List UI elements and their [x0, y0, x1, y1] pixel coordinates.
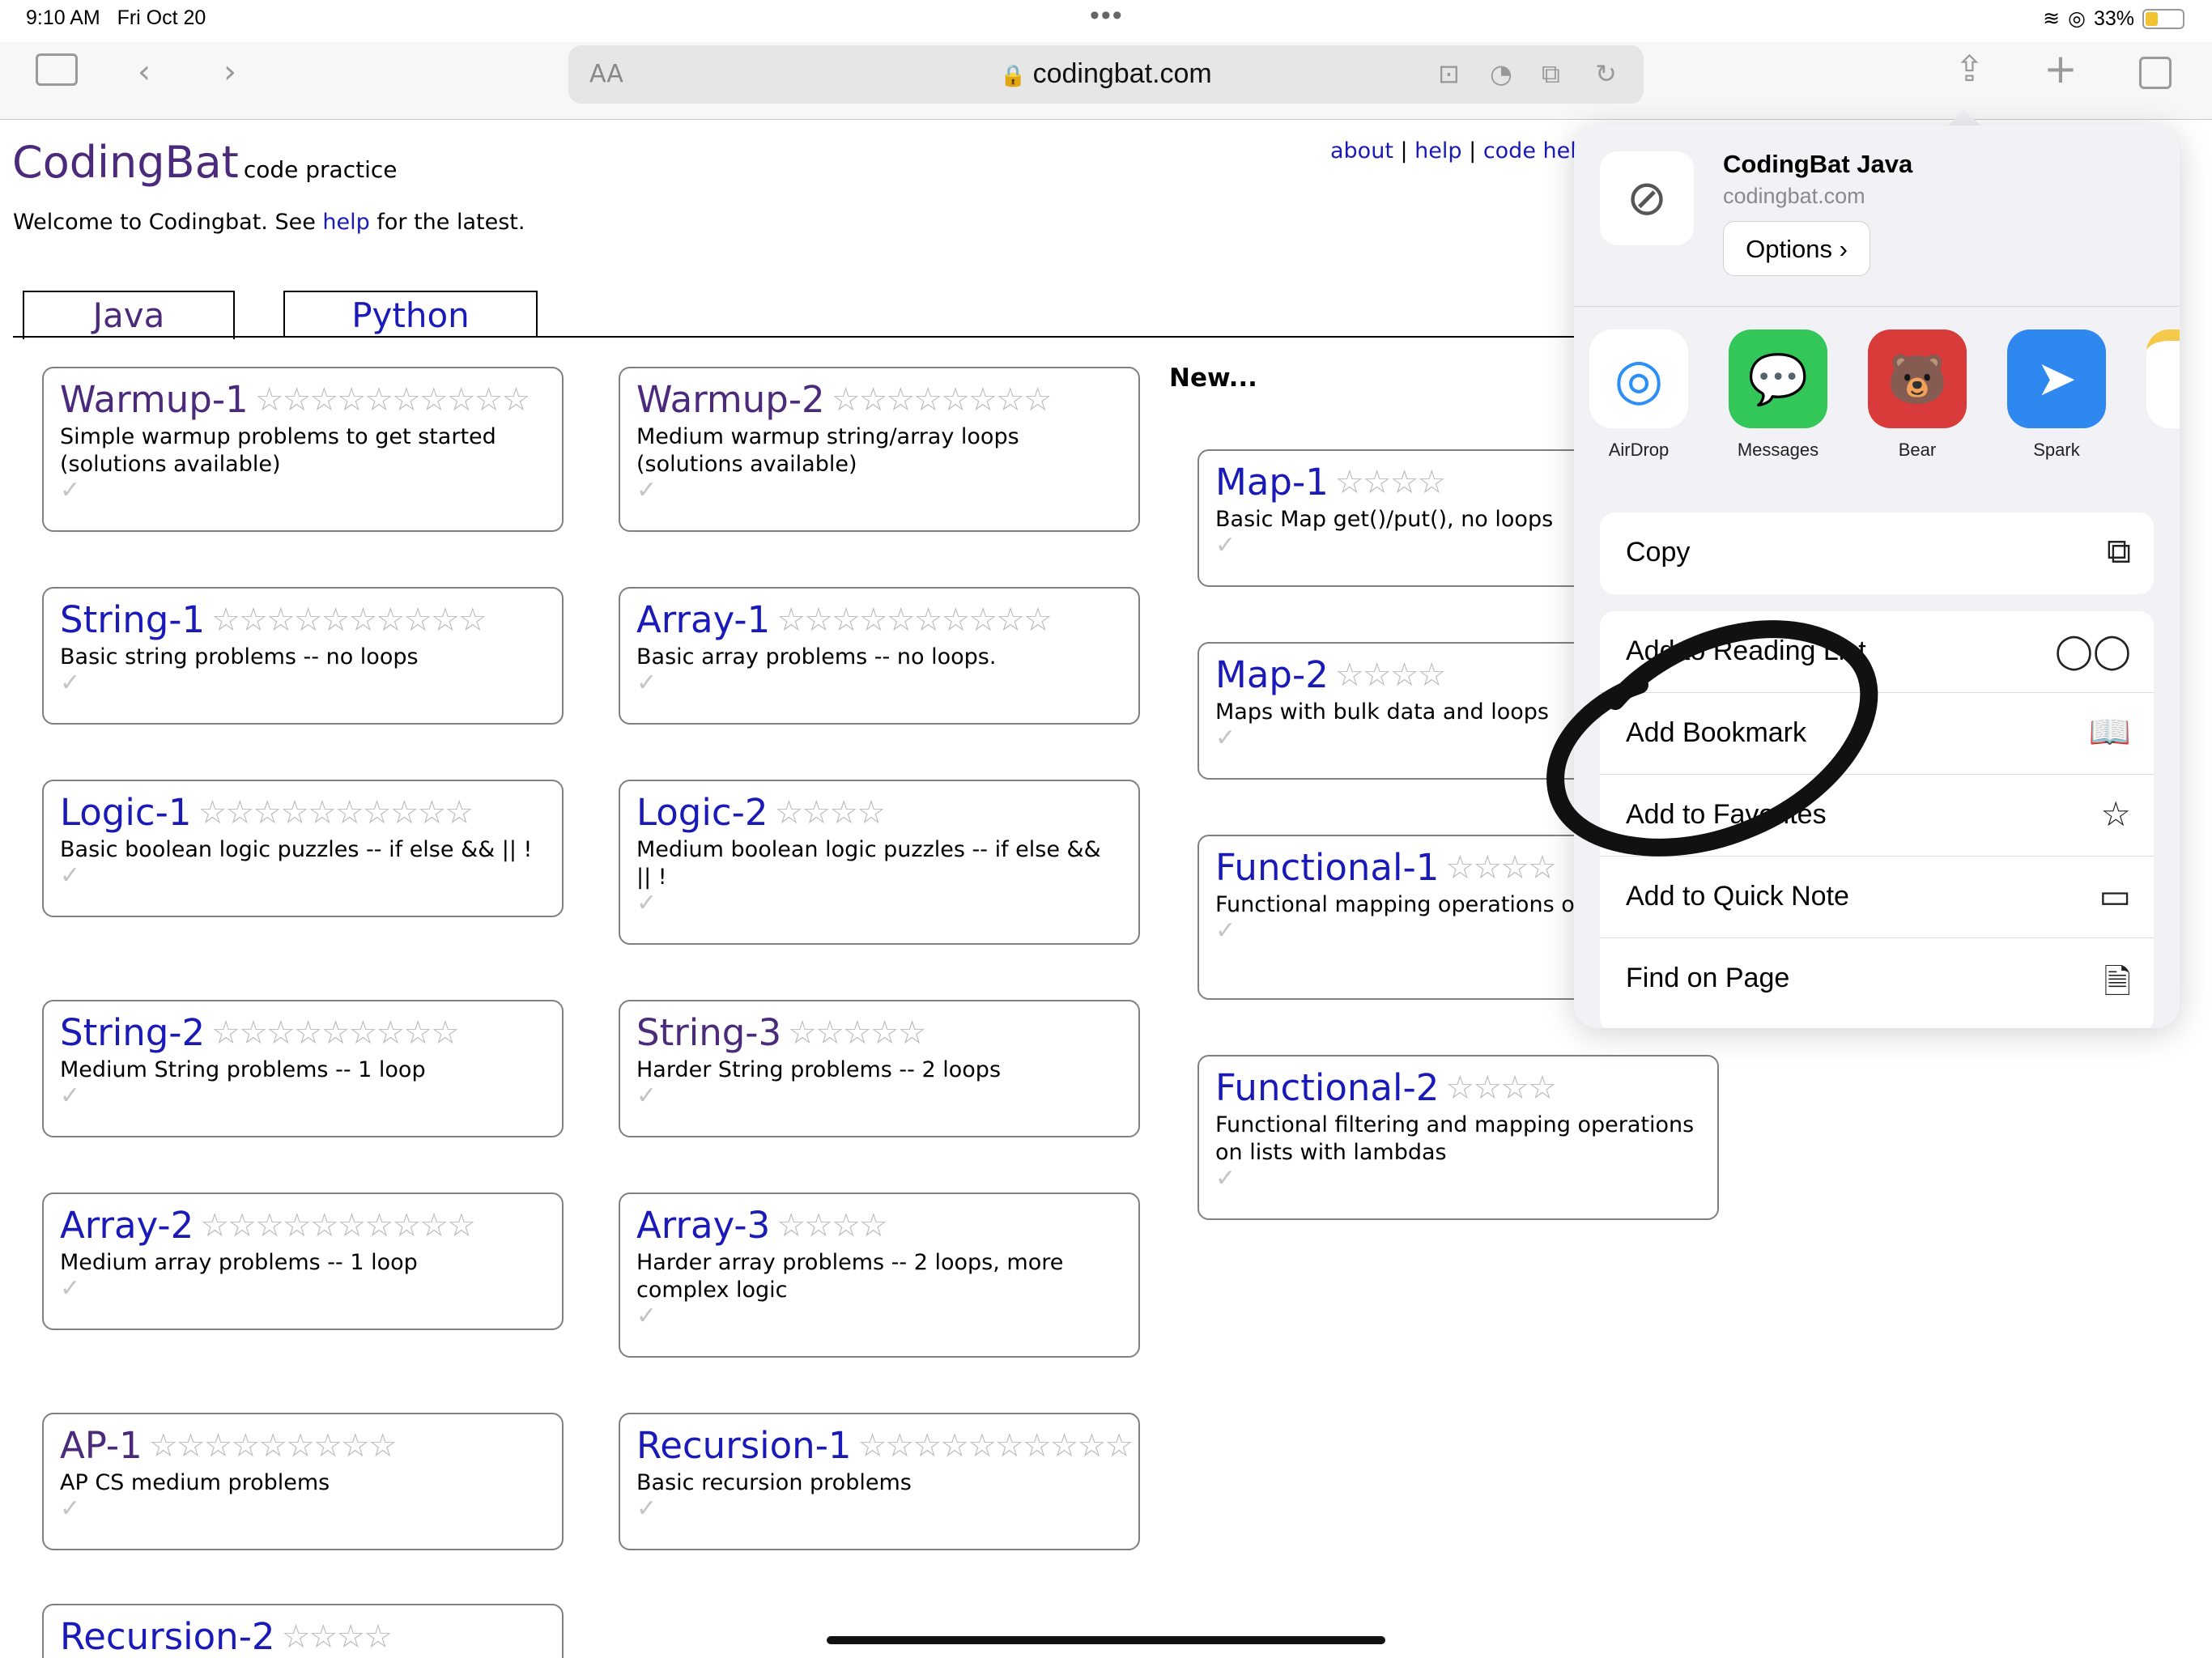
card-warmup-2[interactable]: Warmup-2 ☆☆☆☆☆☆☆☆ Medium warmup string/ar… — [619, 367, 1140, 532]
back-icon[interactable]: ‹ — [138, 53, 151, 91]
share-app-spark[interactable]: ➤ Spark — [2006, 329, 2107, 461]
welcome-text: Welcome to Codingbat. See help for the l… — [13, 210, 525, 235]
card-array-3[interactable]: Array-3 ☆☆☆☆ Harder array problems -- 2 l… — [619, 1192, 1140, 1358]
spark-icon: ➤ — [2007, 329, 2106, 428]
messages-icon: 💬 — [1729, 329, 1827, 428]
tab-java[interactable]: Java — [23, 291, 235, 339]
new-tab-icon[interactable]: + — [2044, 45, 2078, 92]
book-icon: 📖 — [2088, 712, 2131, 750]
share-sheet: ⊘ CodingBat Java codingbat.com Options ›… — [1574, 125, 2180, 1028]
action-add-favorites[interactable]: Add to Favorites ☆ — [1600, 775, 2154, 857]
card-ap-1[interactable]: AP-1 ☆☆☆☆☆☆☆☆☆ AP CS medium problems ✓ — [42, 1413, 564, 1550]
share-icon[interactable]: ⇪ — [1955, 49, 1984, 90]
star-icon: ☆ — [2100, 795, 2131, 833]
share-site-url: codingbat.com — [1723, 184, 1865, 208]
action-add-bookmark[interactable]: Add Bookmark 📖 — [1600, 693, 2154, 775]
battery-percent: 33% — [2093, 6, 2134, 30]
notes-icon — [2146, 329, 2180, 428]
about-link[interactable]: about — [1330, 138, 1393, 164]
quick-note-icon: ▭ — [2099, 877, 2131, 915]
privacy-icon[interactable]: ◔ — [1490, 58, 1512, 89]
site-logo[interactable]: CodingBat code practice — [12, 137, 398, 188]
wifi-icon: ≋ — [2043, 7, 2061, 30]
new-section-label: New... — [1169, 363, 1257, 393]
share-sheet-header: ⊘ CodingBat Java codingbat.com Options › — [1574, 125, 2180, 307]
copy-icon: ⧉ — [2107, 532, 2131, 570]
card-string-3[interactable]: String-3 ☆☆☆☆☆ Harder String problems -- … — [619, 1000, 1140, 1137]
tab-python[interactable]: Python — [283, 291, 538, 338]
tab-divider — [13, 336, 1632, 338]
card-array-2[interactable]: Array-2 ☆☆☆☆☆☆☆☆☆☆ Medium array problems … — [42, 1192, 564, 1330]
card-logic-1[interactable]: Logic-1 ☆☆☆☆☆☆☆☆☆☆ Basic boolean logic pu… — [42, 780, 564, 917]
bear-icon: 🐻 — [1868, 329, 1967, 428]
action-add-quick-note[interactable]: Add to Quick Note ▭ — [1600, 857, 2154, 938]
status-right: ≋ ◎ 33% — [2043, 6, 2184, 31]
share-app-bear[interactable]: 🐻 Bear — [1867, 329, 1967, 461]
multitasking-dots-icon[interactable]: ••• — [1090, 0, 1124, 32]
card-string-2[interactable]: String-2 ☆☆☆☆☆☆☆☆☆ Medium String problems… — [42, 1000, 564, 1137]
share-app-notes-partial[interactable] — [2146, 329, 2180, 440]
glasses-icon: ◯◯ — [2054, 631, 2131, 670]
top-links: about | help | code hel — [1330, 138, 1576, 164]
card-string-1[interactable]: String-1 ☆☆☆☆☆☆☆☆☆☆ Basic string problems… — [42, 587, 564, 725]
card-array-1[interactable]: Array-1 ☆☆☆☆☆☆☆☆☆☆ Basic array problems -… — [619, 587, 1140, 725]
action-copy[interactable]: Copy ⧉ — [1600, 512, 2154, 594]
orientation-lock-icon: ◎ — [2068, 7, 2086, 30]
help-link[interactable]: help — [322, 210, 369, 235]
actions-group: Add to Reading List ◯◯ Add Bookmark 📖 Add … — [1600, 611, 2154, 1028]
puzzle-extension-icon[interactable]: ⧉ — [1542, 58, 1560, 90]
card-functional-2[interactable]: Functional-2 ☆☆☆☆ Functional filtering an… — [1197, 1055, 1719, 1220]
address-bar[interactable]: AA 🔒 codingbat.com ⊡ ◔ ⧉ ↻ — [568, 45, 1644, 104]
lock-icon: 🔒 — [1000, 63, 1027, 87]
home-indicator[interactable] — [827, 1636, 1385, 1644]
code-help-link[interactable]: code hel — [1483, 138, 1576, 164]
url-text[interactable]: 🔒 codingbat.com — [568, 58, 1644, 90]
copy-group: Copy ⧉ — [1600, 512, 2154, 594]
share-site-title: CodingBat Java — [1723, 150, 1913, 178]
status-bar: 9:10 AM Fri Oct 20 ••• ≋ ◎ 33% — [0, 0, 2212, 42]
battery-icon — [2142, 8, 2184, 29]
share-sheet-caret — [1946, 109, 1982, 127]
help-top-link[interactable]: help — [1414, 138, 1461, 164]
reload-icon[interactable]: ↻ — [1595, 58, 1617, 89]
forward-icon[interactable]: › — [223, 53, 236, 91]
options-button[interactable]: Options › — [1723, 221, 1870, 276]
tabs-overview-icon[interactable] — [2139, 57, 2172, 89]
extension-icon[interactable]: ⊡ — [1438, 58, 1460, 89]
share-app-airdrop[interactable]: ◎ AirDrop — [1589, 329, 1689, 461]
card-recursion-1[interactable]: Recursion-1 ☆☆☆☆☆☆☆☆☆☆ Basic recursion pr… — [619, 1413, 1140, 1550]
browser-toolbar: ‹ › AA 🔒 codingbat.com ⊡ ◔ ⧉ ↻ ⇪ + — [0, 42, 2212, 120]
sidebar-icon[interactable] — [36, 53, 78, 86]
find-document-icon: 🗎 — [2104, 963, 2131, 1001]
card-recursion-2[interactable]: Recursion-2 ☆☆☆☆ — [42, 1604, 564, 1658]
card-warmup-1[interactable]: Warmup-1 ☆☆☆☆☆☆☆☆☆☆ Simple warmup problem… — [42, 367, 564, 532]
airdrop-icon: ◎ — [1589, 329, 1688, 428]
action-find-on-page[interactable]: Find on Page 🗎 — [1600, 938, 2154, 1020]
share-apps-row: ◎ AirDrop 💬 Messages 🐻 Bear ➤ Spark — [1574, 308, 2180, 460]
action-add-reading-list[interactable]: Add to Reading List ◯◯ — [1600, 611, 2154, 693]
card-logic-2[interactable]: Logic-2 ☆☆☆☆ Medium boolean logic puzzles… — [619, 780, 1140, 945]
share-app-messages[interactable]: 💬 Messages — [1728, 329, 1828, 461]
status-time: 9:10 AM Fri Oct 20 — [26, 6, 206, 29]
compass-icon: ⊘ — [1600, 151, 1694, 245]
